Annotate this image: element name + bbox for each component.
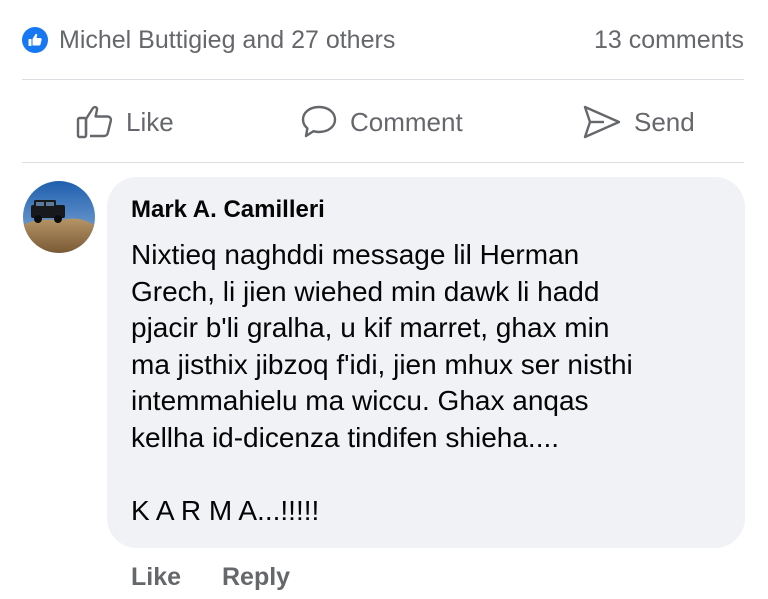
- speech-bubble-icon: [300, 104, 338, 140]
- comment-button[interactable]: Comment: [300, 100, 463, 144]
- comment-count[interactable]: 13 comments: [594, 25, 744, 55]
- comment-bubble: Mark A. Camilleri Nixtieq naghddi messag…: [107, 177, 745, 548]
- send-label: Send: [634, 106, 695, 137]
- thumbs-up-outline-icon: [76, 104, 114, 140]
- paper-plane-icon: [582, 104, 622, 140]
- comment-like-button[interactable]: Like: [131, 561, 181, 593]
- comment-author[interactable]: Mark A. Camilleri: [131, 194, 721, 226]
- comment-text: Nixtieq naghddi message lil Herman Grech…: [131, 239, 633, 526]
- send-button[interactable]: Send: [582, 100, 695, 144]
- like-button[interactable]: Like: [76, 100, 174, 144]
- divider: [22, 79, 744, 80]
- comment-label: Comment: [350, 106, 463, 137]
- comment-reply-button[interactable]: Reply: [222, 561, 290, 593]
- like-label: Like: [126, 106, 174, 137]
- divider: [22, 162, 744, 163]
- thumbs-up-icon[interactable]: [22, 27, 48, 53]
- reaction-summary: Michel Buttigieg and 27 others 13 commen…: [0, 0, 768, 80]
- reactors-text[interactable]: Michel Buttigieg and 27 others: [59, 25, 395, 55]
- avatar[interactable]: [23, 181, 95, 253]
